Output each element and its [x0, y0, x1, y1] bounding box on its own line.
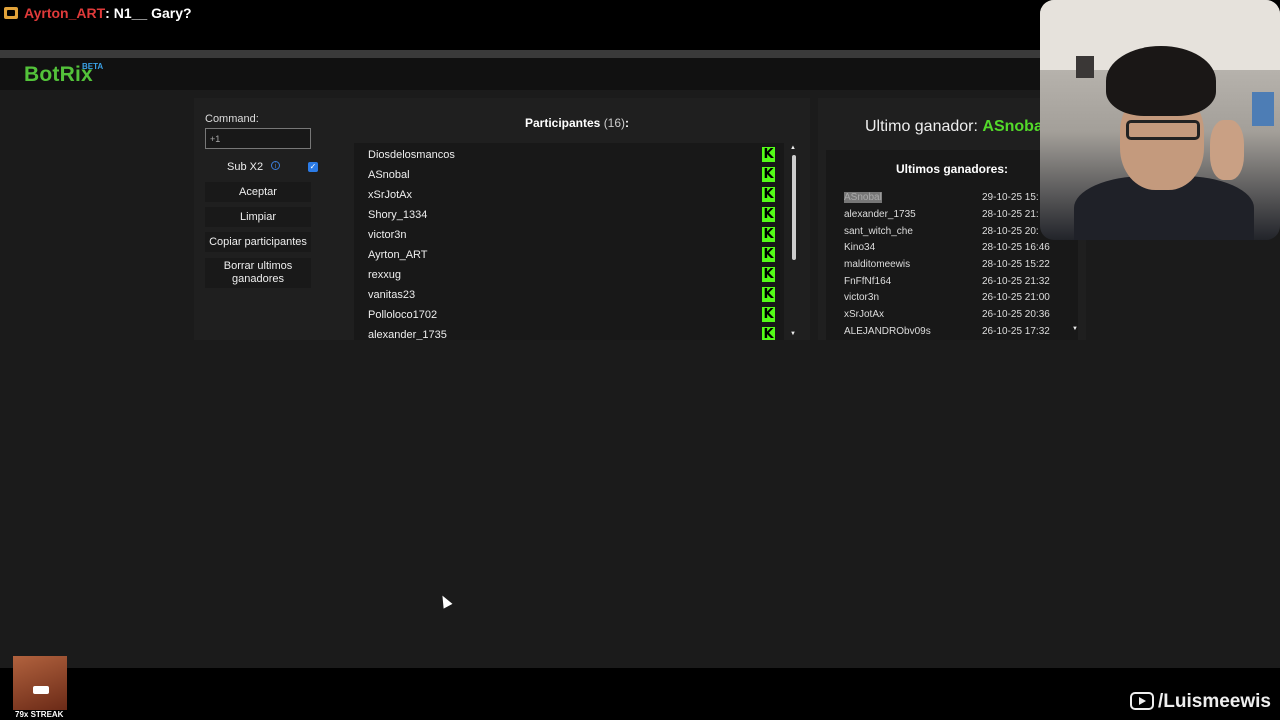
table-row: ASnobal 29-10-25 15:	[844, 192, 1039, 203]
chat-message: Ayrton_ART : N1__ Gary?	[4, 5, 192, 21]
streamer-hand	[1210, 120, 1244, 180]
clear-button[interactable]: Limpiar	[205, 207, 311, 227]
kick-icon: K	[762, 327, 775, 340]
kick-icon: K	[762, 227, 775, 242]
list-item[interactable]: rexxug K	[368, 265, 775, 285]
sub-x2-label: Sub X2	[227, 161, 264, 173]
accept-button[interactable]: Aceptar	[205, 182, 311, 202]
list-item[interactable]: xSrJotAx K	[368, 185, 775, 205]
list-item[interactable]: ASnobal K	[368, 165, 775, 185]
scroll-down-icon[interactable]: ▼	[1072, 326, 1078, 332]
scroll-up-icon[interactable]: ▲	[790, 145, 796, 151]
list-item[interactable]: Shory_1334 K	[368, 205, 775, 225]
table-row: malditomeewis 28-10-25 15:22	[844, 259, 1050, 270]
list-item[interactable]: Diosdelosmancos K	[368, 145, 775, 165]
participants-list: Diosdelosmancos K ASnobal K xSrJotAx K Shor…	[354, 143, 784, 340]
kick-icon: K	[762, 167, 775, 182]
scroll-down-icon[interactable]: ▼	[790, 331, 796, 337]
table-row: ALEJANDRObv09s 26-10-25 17:32	[844, 326, 1050, 337]
kick-icon: K	[762, 247, 775, 262]
participants-count: (16)	[603, 116, 626, 130]
wall-frame	[1076, 56, 1094, 78]
copy-participants-button[interactable]: Copiar participantes	[205, 232, 311, 252]
kick-icon: K	[762, 207, 775, 222]
table-row: sant_witch_che 28-10-25 20:	[844, 226, 1039, 237]
kick-icon: K	[762, 187, 775, 202]
channel-name: /Luismeewis	[1158, 691, 1271, 712]
sub-x2-option: Sub X2 i ✓	[205, 157, 319, 175]
streak-label: 79x STREAK	[15, 710, 64, 719]
table-row: FnFfNf164 26-10-25 21:32	[844, 276, 1050, 287]
scroll-thumb[interactable]	[792, 155, 796, 260]
chat-username: Ayrton_ART	[24, 5, 106, 21]
delete-winners-button[interactable]: Borrar ultimos ganadores	[205, 258, 311, 288]
chat-text: : N1__ Gary?	[105, 5, 192, 21]
stream-chat-bar: Ayrton_ART : N1__ Gary?	[0, 0, 1040, 50]
list-item[interactable]: Ayrton_ART K	[368, 245, 775, 265]
crown-icon	[4, 7, 18, 19]
streamer-hair	[1106, 46, 1216, 116]
list-item[interactable]: vanitas23 K	[368, 285, 775, 305]
kick-icon: K	[762, 307, 775, 322]
participants-scrollbar[interactable]: ▲ ▼	[790, 145, 798, 340]
streak-avatar	[13, 656, 67, 710]
list-item[interactable]: alexander_1735 K	[368, 325, 775, 340]
stream-bottom-bar	[0, 668, 1280, 720]
sub-x2-checkbox[interactable]: ✓	[308, 162, 318, 172]
table-row: alexander_1735 28-10-25 21:	[844, 209, 1039, 220]
table-row: Kino34 28-10-25 16:46	[844, 242, 1050, 253]
kick-icon: K	[762, 287, 775, 302]
separator	[0, 50, 1040, 58]
list-item[interactable]: Polloloco1702 K	[368, 305, 775, 325]
last-winner: Ultimo ganador: ASnobal	[865, 118, 1047, 136]
list-item[interactable]: victor3n K	[368, 225, 775, 245]
last-winner-label: Ultimo ganador:	[865, 118, 983, 135]
command-input[interactable]: +1	[205, 128, 311, 149]
last-winner-name: ASnobal	[982, 118, 1048, 135]
beta-badge: BETA	[82, 62, 104, 71]
kick-icon: K	[762, 147, 775, 162]
webcam-overlay	[1040, 0, 1280, 240]
glasses	[1126, 120, 1200, 140]
info-icon[interactable]: i	[271, 161, 280, 170]
table-row: xSrJotAx 26-10-25 20:36	[844, 309, 1050, 320]
giveaway-panel: Command: +1 Sub X2 i ✓ Aceptar Limpiar C…	[194, 98, 810, 340]
kick-icon: K	[762, 267, 775, 282]
youtube-icon	[1130, 692, 1154, 710]
wall-frame	[1252, 92, 1274, 126]
table-row: victor3n 26-10-25 21:00	[844, 292, 1050, 303]
